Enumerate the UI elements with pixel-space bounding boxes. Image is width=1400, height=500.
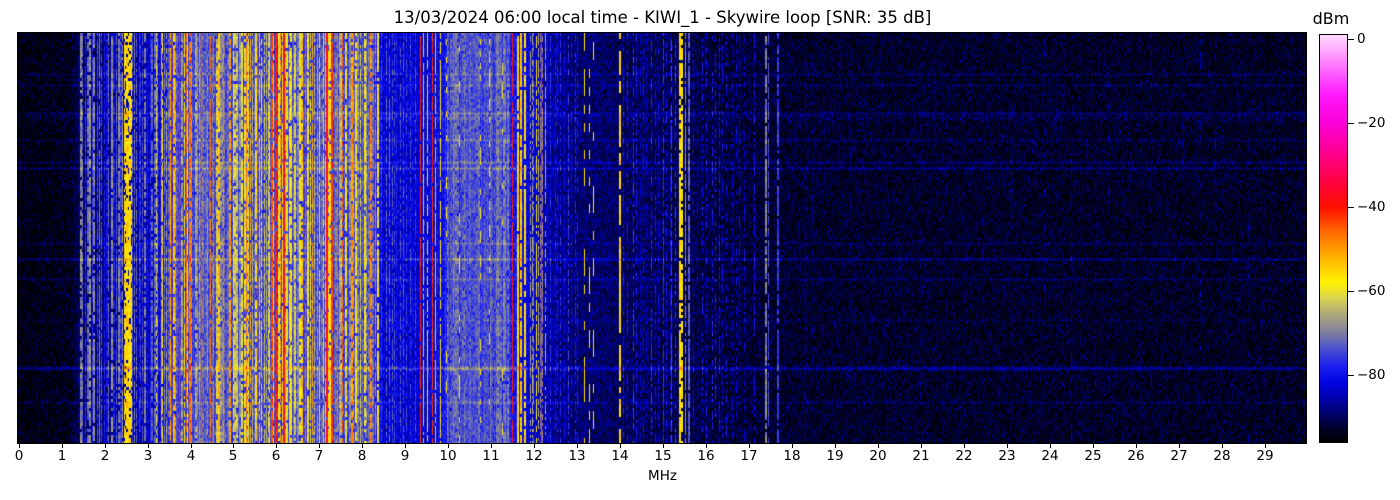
chart-title: 13/03/2024 06:00 local time - KIWI_1 - S… <box>393 8 932 27</box>
colorbar-tick-label: −20 <box>1357 115 1386 131</box>
colorbar-tick-mark <box>1348 207 1354 208</box>
x-tick-label: 12 <box>525 448 543 464</box>
spectrogram-heatmap <box>17 32 1307 444</box>
colorbar-tick-mark <box>1348 291 1354 292</box>
x-tick-label: 10 <box>439 448 457 464</box>
x-tick-label: 25 <box>1084 448 1102 464</box>
x-tick-label: 11 <box>482 448 500 464</box>
x-tick-label: 17 <box>740 448 758 464</box>
x-tick-label: 19 <box>826 448 844 464</box>
x-tick-label: 3 <box>143 448 153 464</box>
x-tick-label: 29 <box>1256 448 1274 464</box>
x-tick-label: 9 <box>400 448 410 464</box>
x-tick-label: 28 <box>1213 448 1231 464</box>
x-tick-label: 24 <box>1041 448 1059 464</box>
x-tick-label: 27 <box>1170 448 1188 464</box>
colorbar-tick-mark <box>1348 39 1354 40</box>
x-tick-label: 20 <box>869 448 887 464</box>
colorbar-tick-mark <box>1348 375 1354 376</box>
x-tick-label: 15 <box>654 448 672 464</box>
x-tick-label: 16 <box>697 448 715 464</box>
x-tick-label: 14 <box>611 448 629 464</box>
x-tick-label: 2 <box>100 448 110 464</box>
x-tick-label: 5 <box>228 448 238 464</box>
x-tick-label: 18 <box>783 448 801 464</box>
colorbar-tick-mark <box>1348 123 1354 124</box>
x-tick-label: 6 <box>271 448 281 464</box>
x-tick-label: 22 <box>955 448 973 464</box>
x-tick-label: 0 <box>14 448 24 464</box>
x-tick-label: 1 <box>57 448 67 464</box>
x-tick-label: 26 <box>1127 448 1145 464</box>
colorbar-gradient <box>1319 34 1348 443</box>
x-tick-label: 21 <box>912 448 930 464</box>
x-axis-label: MHz <box>648 468 677 484</box>
colorbar-tick-label: −40 <box>1357 199 1386 215</box>
colorbar-tick-label: 0 <box>1357 31 1366 47</box>
colorbar-tick-label: −60 <box>1357 283 1386 299</box>
x-tick-label: 8 <box>357 448 367 464</box>
x-tick-label: 7 <box>314 448 324 464</box>
x-tick-label: 13 <box>568 448 586 464</box>
x-tick-label: 23 <box>998 448 1016 464</box>
x-tick-label: 4 <box>186 448 196 464</box>
spectrogram-figure: 13/03/2024 06:00 local time - KIWI_1 - S… <box>0 0 1400 500</box>
colorbar-tick-label: −80 <box>1357 367 1386 383</box>
colorbar-unit-label: dBm <box>1312 9 1350 28</box>
